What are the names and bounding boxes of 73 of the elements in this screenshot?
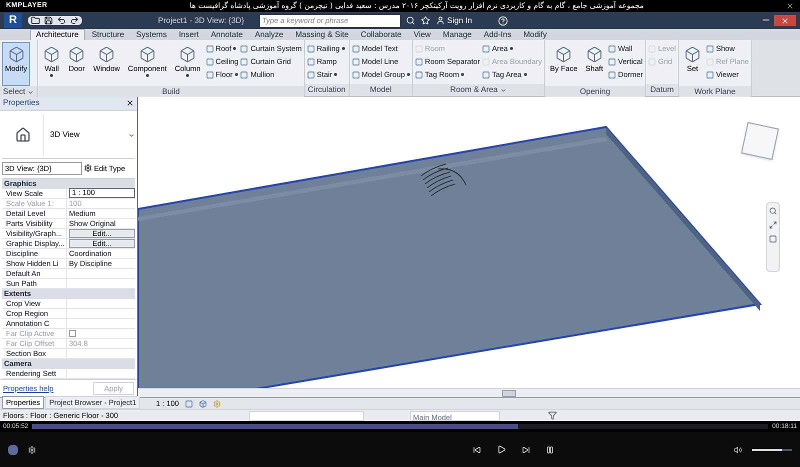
tool-icon — [98, 46, 116, 63]
view-cube-icon[interactable] — [741, 122, 779, 160]
save-icon[interactable] — [44, 16, 53, 25]
ribbon-tab[interactable]: Insert — [174, 30, 204, 40]
visual-style-icon[interactable] — [198, 400, 207, 408]
caret-icon — [27, 88, 34, 96]
ribbon-tab[interactable]: Add-Ins — [478, 30, 516, 40]
caret-icon — [500, 86, 507, 94]
panel-title: Model — [370, 84, 392, 96]
panel-title: Select — [3, 86, 26, 98]
pan-icon[interactable] — [769, 221, 777, 229]
workset-field[interactable] — [249, 410, 364, 420]
panel-title: Opening — [580, 86, 610, 98]
panel-title-bar[interactable]: Opening — [545, 86, 646, 98]
play-icon[interactable] — [497, 445, 506, 454]
tool-icon — [179, 46, 196, 63]
next-icon[interactable] — [522, 446, 530, 454]
app-logo[interactable]: R — [4, 13, 22, 28]
star-icon[interactable] — [421, 16, 430, 25]
tool-icon — [586, 46, 603, 63]
ribbon-tab[interactable]: View — [408, 30, 436, 40]
panel-title: Room & Area — [450, 84, 498, 96]
tool-icon — [555, 46, 572, 63]
navigation-bar[interactable] — [766, 202, 780, 272]
panel-title: Build — [162, 86, 180, 98]
ribbon-background — [752, 40, 800, 96]
tool-icon — [68, 46, 86, 63]
settings-icon[interactable] — [28, 446, 36, 454]
panel-title-bar[interactable]: Room & Area — [412, 84, 544, 96]
tool-icon — [43, 46, 60, 63]
ribbon-tab[interactable]: Analyze — [250, 30, 288, 40]
tool-icon — [8, 46, 25, 63]
window-title: Project1 - 3D View: {3D} — [158, 14, 244, 26]
seek-track[interactable] — [32, 424, 768, 429]
player-menu-icon[interactable] — [8, 444, 18, 454]
sign-in-button[interactable]: Sign In — [436, 14, 472, 26]
ribbon-tab[interactable]: Structure — [86, 30, 130, 40]
ribbon-tab[interactable]: Annotate — [206, 30, 248, 40]
panel-title-bar[interactable]: Build — [38, 86, 304, 98]
previous-icon[interactable] — [473, 446, 481, 454]
panel-title-bar[interactable]: Work Plane — [678, 86, 751, 98]
zoom-icon[interactable] — [769, 207, 777, 215]
tool-icon — [684, 46, 701, 63]
panel-title-bar[interactable]: Model — [350, 84, 412, 96]
ribbon-tab[interactable]: Systems — [131, 30, 172, 40]
scroll-thumb[interactable] — [502, 390, 516, 397]
panel-title: Work Plane — [694, 86, 736, 98]
caret-icon — [128, 132, 135, 139]
close-icon[interactable] — [786, 2, 794, 10]
redo-icon[interactable] — [70, 16, 79, 25]
ribbon-tab[interactable]: Architecture — [30, 29, 85, 40]
user-icon — [436, 16, 446, 25]
undo-icon[interactable] — [57, 16, 66, 25]
panel-title: Datum — [650, 84, 674, 96]
house-icon — [14, 127, 30, 144]
ribbon-tab[interactable]: Modify — [518, 30, 552, 40]
volume-icon[interactable] — [734, 446, 742, 454]
panel-title: Properties — [3, 97, 40, 110]
ribbon-tab[interactable]: Massing & Site — [290, 30, 354, 40]
edit-type-icon — [84, 164, 92, 172]
panel-title-bar[interactable]: Select — [0, 86, 38, 98]
ribbon-tab[interactable]: Manage — [438, 30, 477, 40]
open-icon[interactable] — [31, 16, 40, 25]
detail-level-icon[interactable] — [184, 400, 193, 408]
close-icon[interactable] — [126, 99, 134, 108]
ribbon-tab[interactable]: Collaborate — [356, 30, 407, 40]
horizontal-scrollbar[interactable] — [138, 388, 800, 397]
tool-icon — [138, 46, 156, 63]
help-icon[interactable] — [498, 16, 508, 26]
hatch-pattern-drawing — [420, 164, 466, 196]
panel-title-bar[interactable]: Datum — [646, 84, 678, 96]
type-selector[interactable]: 3D View — [2, 112, 135, 158]
filter-icon[interactable] — [548, 411, 557, 420]
